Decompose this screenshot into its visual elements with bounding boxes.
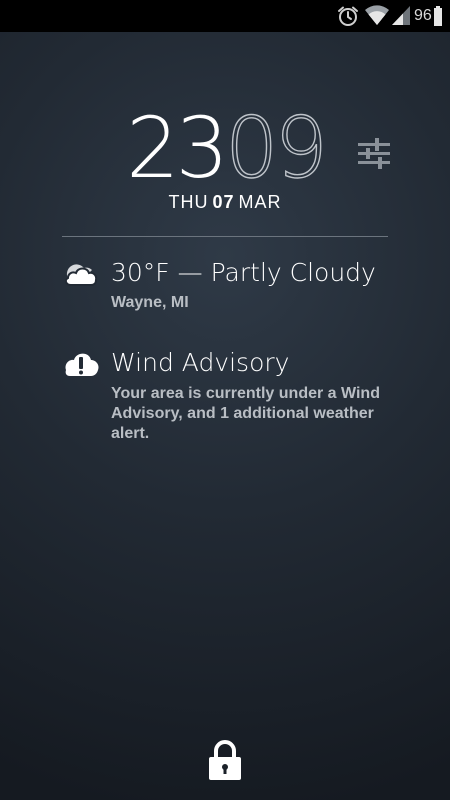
alert-cloud-icon: [65, 353, 99, 376]
battery-icon: [434, 6, 442, 26]
battery-level-text: 96: [414, 7, 432, 24]
alert-description: Your area is currently under a Wind Advi…: [111, 385, 380, 442]
date-month: MAR: [238, 192, 282, 212]
partly-cloudy-icon: [64, 264, 98, 286]
clock-minutes: 09: [224, 99, 328, 197]
weather-location: Wayne, MI: [111, 294, 189, 311]
divider: [62, 236, 388, 237]
weather-alert-card[interactable]: Wind Advisory Your area is currently und…: [60, 346, 400, 446]
weather-card[interactable]: 30°F — Partly Cloudy Wayne, MI: [60, 256, 400, 316]
signal-icon: [392, 6, 410, 25]
alert-title: Wind Advisory: [111, 348, 290, 377]
lockscreen-date: THU 07 MAR: [0, 192, 450, 213]
date-weekday: THU: [168, 192, 209, 212]
settings-sliders-icon[interactable]: [356, 136, 392, 172]
status-bar: 96: [0, 0, 450, 32]
lock-icon[interactable]: [207, 740, 243, 780]
alarm-icon: [338, 6, 358, 26]
date-day: 07: [212, 192, 235, 212]
weather-title: 30°F — Partly Cloudy: [111, 258, 376, 287]
clock-hours: 23: [126, 99, 229, 197]
wifi-icon: [365, 5, 389, 25]
